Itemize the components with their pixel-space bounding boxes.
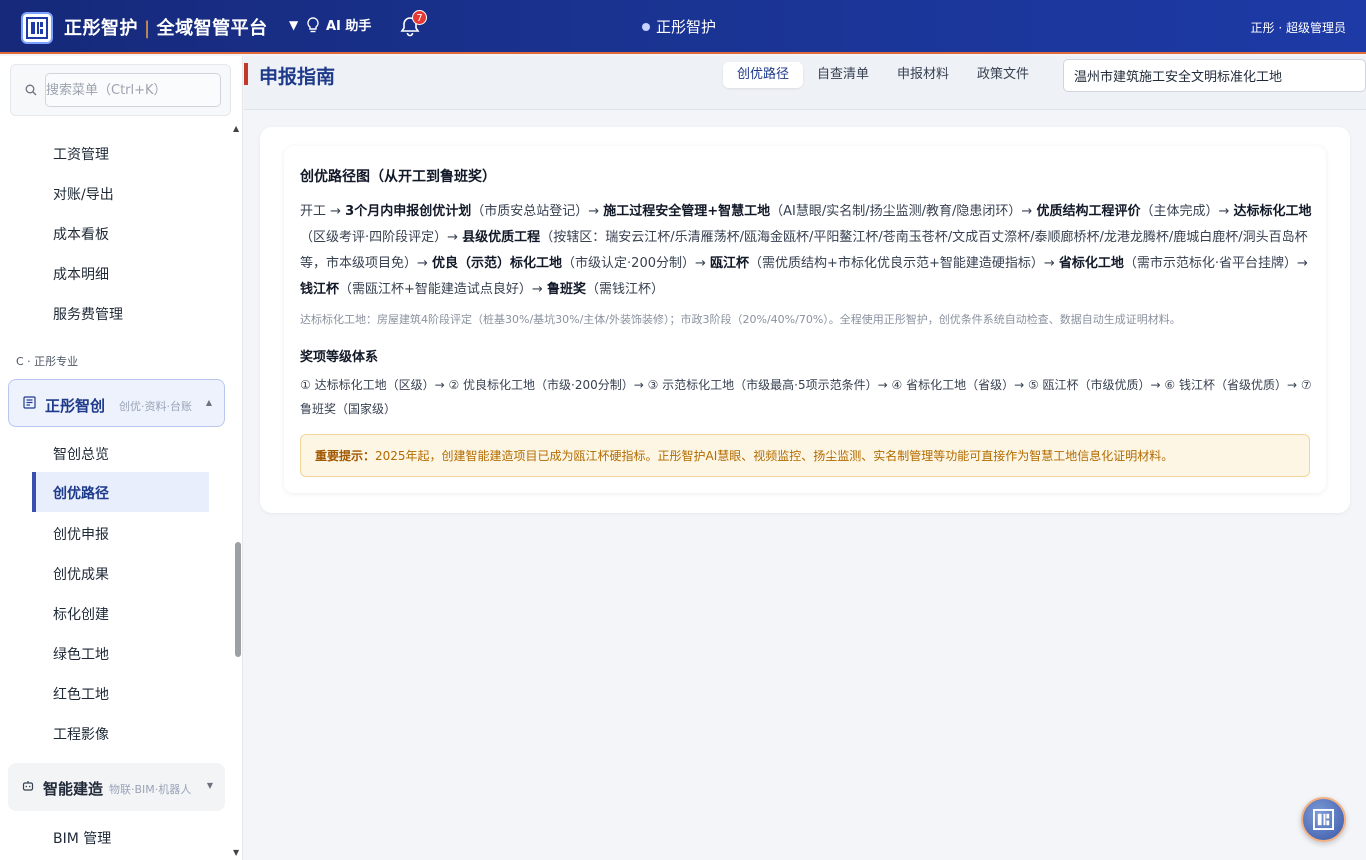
scroll-down-icon[interactable]: ▼ xyxy=(233,848,239,857)
sidebar-item-cost-detail[interactable]: 成本明细 xyxy=(53,264,109,284)
path-milestone: 优良（示范）标化工地 xyxy=(432,256,563,271)
section-label: C · 正彤专业 xyxy=(16,355,79,368)
path-milestone: 瓯江杯 xyxy=(710,256,750,271)
center-title-text: 正彤智护 xyxy=(656,18,717,36)
group-title: 智能建造 xyxy=(43,780,104,798)
search-icon xyxy=(25,84,37,96)
brand-platform: 全域智管平台 xyxy=(156,18,268,39)
path-detail: （需瓯江杯+智能建造试点良好）→ xyxy=(339,282,547,297)
sidebar-item-bim[interactable]: BIM 管理 xyxy=(53,828,111,848)
scrollbar-thumb[interactable] xyxy=(235,542,241,657)
search-box xyxy=(10,64,231,116)
ai-assistant-button[interactable]: AI 助手 xyxy=(306,15,371,34)
sidebar-item-overview[interactable]: 智创总览 xyxy=(53,444,109,464)
path-milestone: 钱江杯 xyxy=(300,282,340,297)
path-milestone: 达标标化工地 xyxy=(1233,204,1312,219)
path-note: 达标标化工地：房屋建筑4阶段评定（桩基30%/基坑30%/主体/外装饰装修）；市… xyxy=(300,313,1181,326)
group-subtitle: 创优·资料·台账 xyxy=(119,400,192,413)
platform-dropdown-icon[interactable]: ▼ xyxy=(289,18,298,32)
tab-checklist[interactable]: 自查清单 xyxy=(803,62,883,88)
center-title: 正彤智护 xyxy=(642,16,716,37)
sidebar-item-red-site[interactable]: 红色工地 xyxy=(53,684,109,704)
path-detail: 开工 → xyxy=(300,204,346,219)
levels-title: 奖项等级体系 xyxy=(300,350,379,365)
path-milestone: 县级优质工程 xyxy=(462,230,541,245)
title-accent-bar xyxy=(244,63,248,85)
sidebar: ▲ ▼ 工资管理 对账/导出 成本看板 成本明细 服务费管理 C · 正彤专业 … xyxy=(0,56,243,860)
levels-text: ① 达标标化工地（区级）→ ② 优良标化工地（市级·200分制）→ ③ 示范标化… xyxy=(300,378,1312,416)
sidebar-group-zhichuang[interactable]: 正彤智创 创优·资料·台账 ▲ xyxy=(8,379,225,427)
path-description: 开工 → 3个月内申报创优计划（市质安总站登记）→ 施工过程安全管理+智慧工地（… xyxy=(300,199,1312,303)
path-milestone: 省标化工地 xyxy=(1058,256,1124,271)
sidebar-item-label: 创优路径 xyxy=(53,486,109,502)
sidebar-item-service-fee[interactable]: 服务费管理 xyxy=(53,304,123,324)
tab-path[interactable]: 创优路径 xyxy=(723,62,804,88)
path-milestone: 3个月内申报创优计划 xyxy=(345,204,472,219)
path-detail: （主体完成）→ xyxy=(1140,204,1234,219)
sidebar-group-smart-build[interactable]: 智能建造 物联·BIM·机器人 ▼ xyxy=(8,763,225,811)
page-header: 申报指南 创优路径 自查清单 申报材料 政策文件 xyxy=(244,56,1366,110)
sidebar-item-apply[interactable]: 创优申报 xyxy=(53,524,109,544)
project-select-input[interactable] xyxy=(1063,59,1366,92)
sidebar-item-green-site[interactable]: 绿色工地 xyxy=(53,644,109,664)
path-milestone: 鲁班奖 xyxy=(546,282,586,297)
tab-materials[interactable]: 申报材料 xyxy=(883,62,963,88)
path-detail: （AI慧眼/实名制/扬尘监测/教育/隐患闭环）→ xyxy=(770,204,1037,219)
tab-policies[interactable]: 政策文件 xyxy=(963,62,1043,88)
sidebar-item-cost-board[interactable]: 成本看板 xyxy=(53,224,109,244)
chevron-up-icon: ▲ xyxy=(205,398,212,407)
robot-icon xyxy=(22,781,34,791)
chevron-down-icon: ▼ xyxy=(206,781,213,790)
sidebar-item-wages[interactable]: 工资管理 xyxy=(53,144,109,164)
top-bar: 正彤智护 | 全域智管平台 ▼ AI 助手 7 正彤智护 正彤 · 超级管理员 xyxy=(0,0,1366,54)
path-milestone: 施工过程安全管理+智慧工地 xyxy=(603,204,771,219)
user-role[interactable]: 正彤 · 超级管理员 xyxy=(1251,19,1346,36)
status-dot-icon xyxy=(642,22,650,31)
path-detail: （需钱江杯） xyxy=(585,282,664,297)
sidebar-item-images[interactable]: 工程影像 xyxy=(53,724,109,744)
tip-text: 重要提示：2025年起，创建智能建造项目已成为瓯江杯硬指标。正彤智护AI慧眼、视… xyxy=(315,447,1173,464)
path-milestone: 优质结构工程评价 xyxy=(1036,204,1141,219)
logo-icon xyxy=(1313,809,1334,830)
path-detail: （市质安总站登记）→ xyxy=(471,204,604,219)
sidebar-item-reconcile[interactable]: 对账/导出 xyxy=(53,184,114,204)
page-title: 申报指南 xyxy=(259,66,336,88)
logo-icon[interactable] xyxy=(21,12,53,44)
tab-bar: 创优路径 自查清单 申报材料 政策文件 xyxy=(723,62,1043,88)
tip-body: 2025年起，创建智能建造项目已成为瓯江杯硬指标。正彤智护AI慧眼、视频监控、扬… xyxy=(375,449,1174,463)
scroll-up-icon[interactable]: ▲ xyxy=(233,124,239,133)
path-title: 创优路径图（从开工到鲁班奖） xyxy=(300,169,496,185)
sidebar-item-standard[interactable]: 标化创建 xyxy=(53,604,109,624)
path-detail: （需优质结构+市标化优良示范+智能建造硬指标）→ xyxy=(749,256,1059,271)
ai-assistant-label: AI 助手 xyxy=(326,19,372,34)
lightbulb-icon xyxy=(307,16,319,32)
group-subtitle: 物联·BIM·机器人 xyxy=(109,783,192,796)
floating-assistant-button[interactable] xyxy=(1301,797,1346,842)
notification-badge: 7 xyxy=(412,10,427,25)
tip-label: 重要提示： xyxy=(315,449,376,463)
brand-name: 正彤智护 xyxy=(64,18,138,39)
brand-title: 正彤智护 | 全域智管平台 xyxy=(64,18,268,39)
search-input[interactable] xyxy=(45,73,221,107)
sidebar-item-results[interactable]: 创优成果 xyxy=(53,564,109,584)
group-title: 正彤智创 xyxy=(45,397,106,415)
document-icon xyxy=(23,396,36,409)
path-detail: （需市示范标化·省平台挂牌）→ xyxy=(1123,256,1308,271)
path-detail: （区级考评·四阶段评定）→ xyxy=(300,230,463,245)
important-tip: 重要提示：2025年起，创建智能建造项目已成为瓯江杯硬指标。正彤智护AI慧眼、视… xyxy=(300,434,1310,477)
path-detail: （市级认定·200分制）→ xyxy=(562,256,711,271)
sidebar-item-path-active[interactable]: 创优路径 xyxy=(32,472,209,512)
